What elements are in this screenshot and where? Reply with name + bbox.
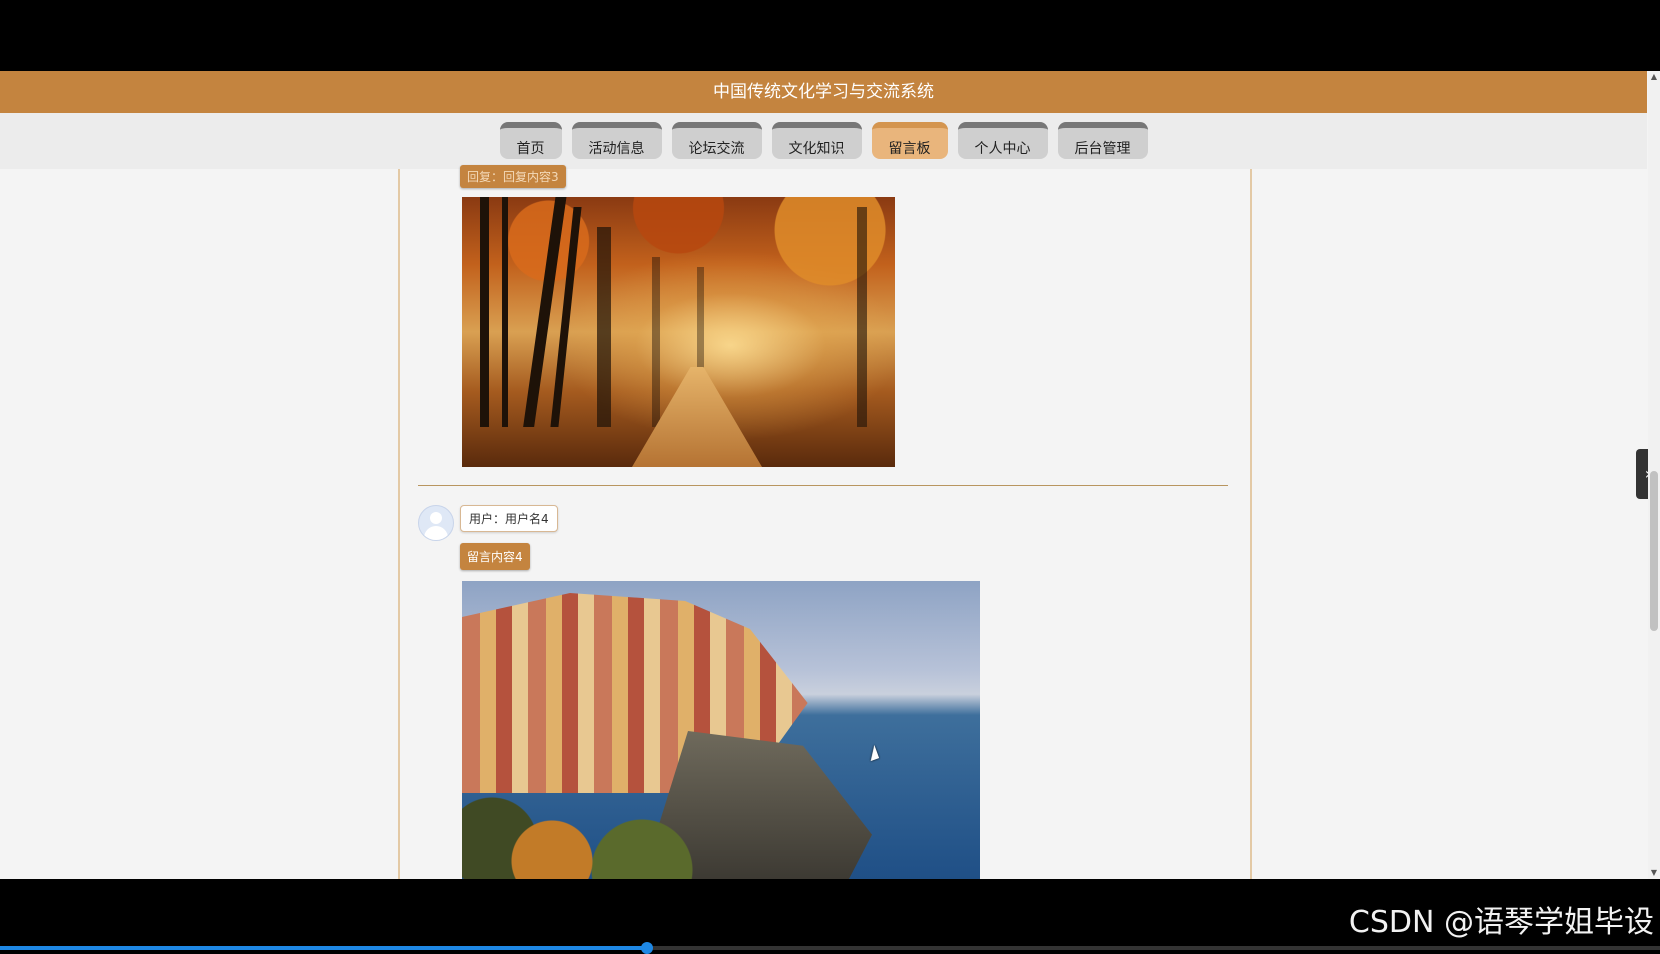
nav-items: 首页 活动信息 论坛交流 文化知识 留言板 个人中心 后台管理 <box>0 122 1647 159</box>
tree-trunk <box>480 197 489 427</box>
site-title: 中国传统文化学习与交流系统 <box>0 71 1647 113</box>
avatar-body <box>424 526 448 540</box>
nav-admin[interactable]: 后台管理 <box>1057 122 1148 159</box>
coastal-foliage <box>462 789 762 879</box>
scroll-up-icon[interactable]: ▲ <box>1648 71 1660 83</box>
main-nav: 首页 活动信息 论坛交流 文化知识 留言板 个人中心 后台管理 <box>0 113 1647 169</box>
message-image-autumn-forest <box>462 197 895 467</box>
message-image-coastal-town <box>462 581 980 879</box>
scroll-down-icon[interactable]: ▼ <box>1648 867 1660 879</box>
tree-trunk <box>857 207 867 427</box>
page-scrollbar[interactable]: ▲ ▼ <box>1648 71 1660 879</box>
browser-viewport: 中国传统文化学习与交流系统 首页 活动信息 论坛交流 文化知识 留言板 个人中心… <box>0 71 1660 879</box>
tree-trunk <box>502 197 508 427</box>
message-divider <box>418 485 1228 486</box>
forest-canopy <box>462 197 895 307</box>
tree-trunk <box>597 227 611 427</box>
video-progress-knob[interactable] <box>641 942 654 954</box>
video-progress-fill <box>0 946 648 950</box>
username-badge: 用户：用户名4 <box>460 505 558 532</box>
nav-personal-center[interactable]: 个人中心 <box>957 122 1048 159</box>
message-content-badge: 留言内容4 <box>460 543 530 570</box>
message-board-panel: 回复：回复内容3 用户：用户名4 留言内容4 <box>398 165 1252 879</box>
scroll-thumb[interactable] <box>1650 471 1658 631</box>
tree-trunk <box>652 257 660 427</box>
nav-culture-knowledge[interactable]: 文化知识 <box>771 122 862 159</box>
csdn-watermark: CSDN @语琴学姐毕设 <box>1348 905 1654 940</box>
nav-message-board[interactable]: 留言板 <box>871 122 948 159</box>
video-progress-bar[interactable] <box>0 942 1660 954</box>
nav-activities[interactable]: 活动信息 <box>571 122 662 159</box>
nav-forum[interactable]: 论坛交流 <box>671 122 762 159</box>
avatar-head <box>430 512 442 524</box>
user-avatar <box>418 505 454 541</box>
nav-home[interactable]: 首页 <box>499 122 562 159</box>
reply-badge: 回复：回复内容3 <box>460 165 566 188</box>
